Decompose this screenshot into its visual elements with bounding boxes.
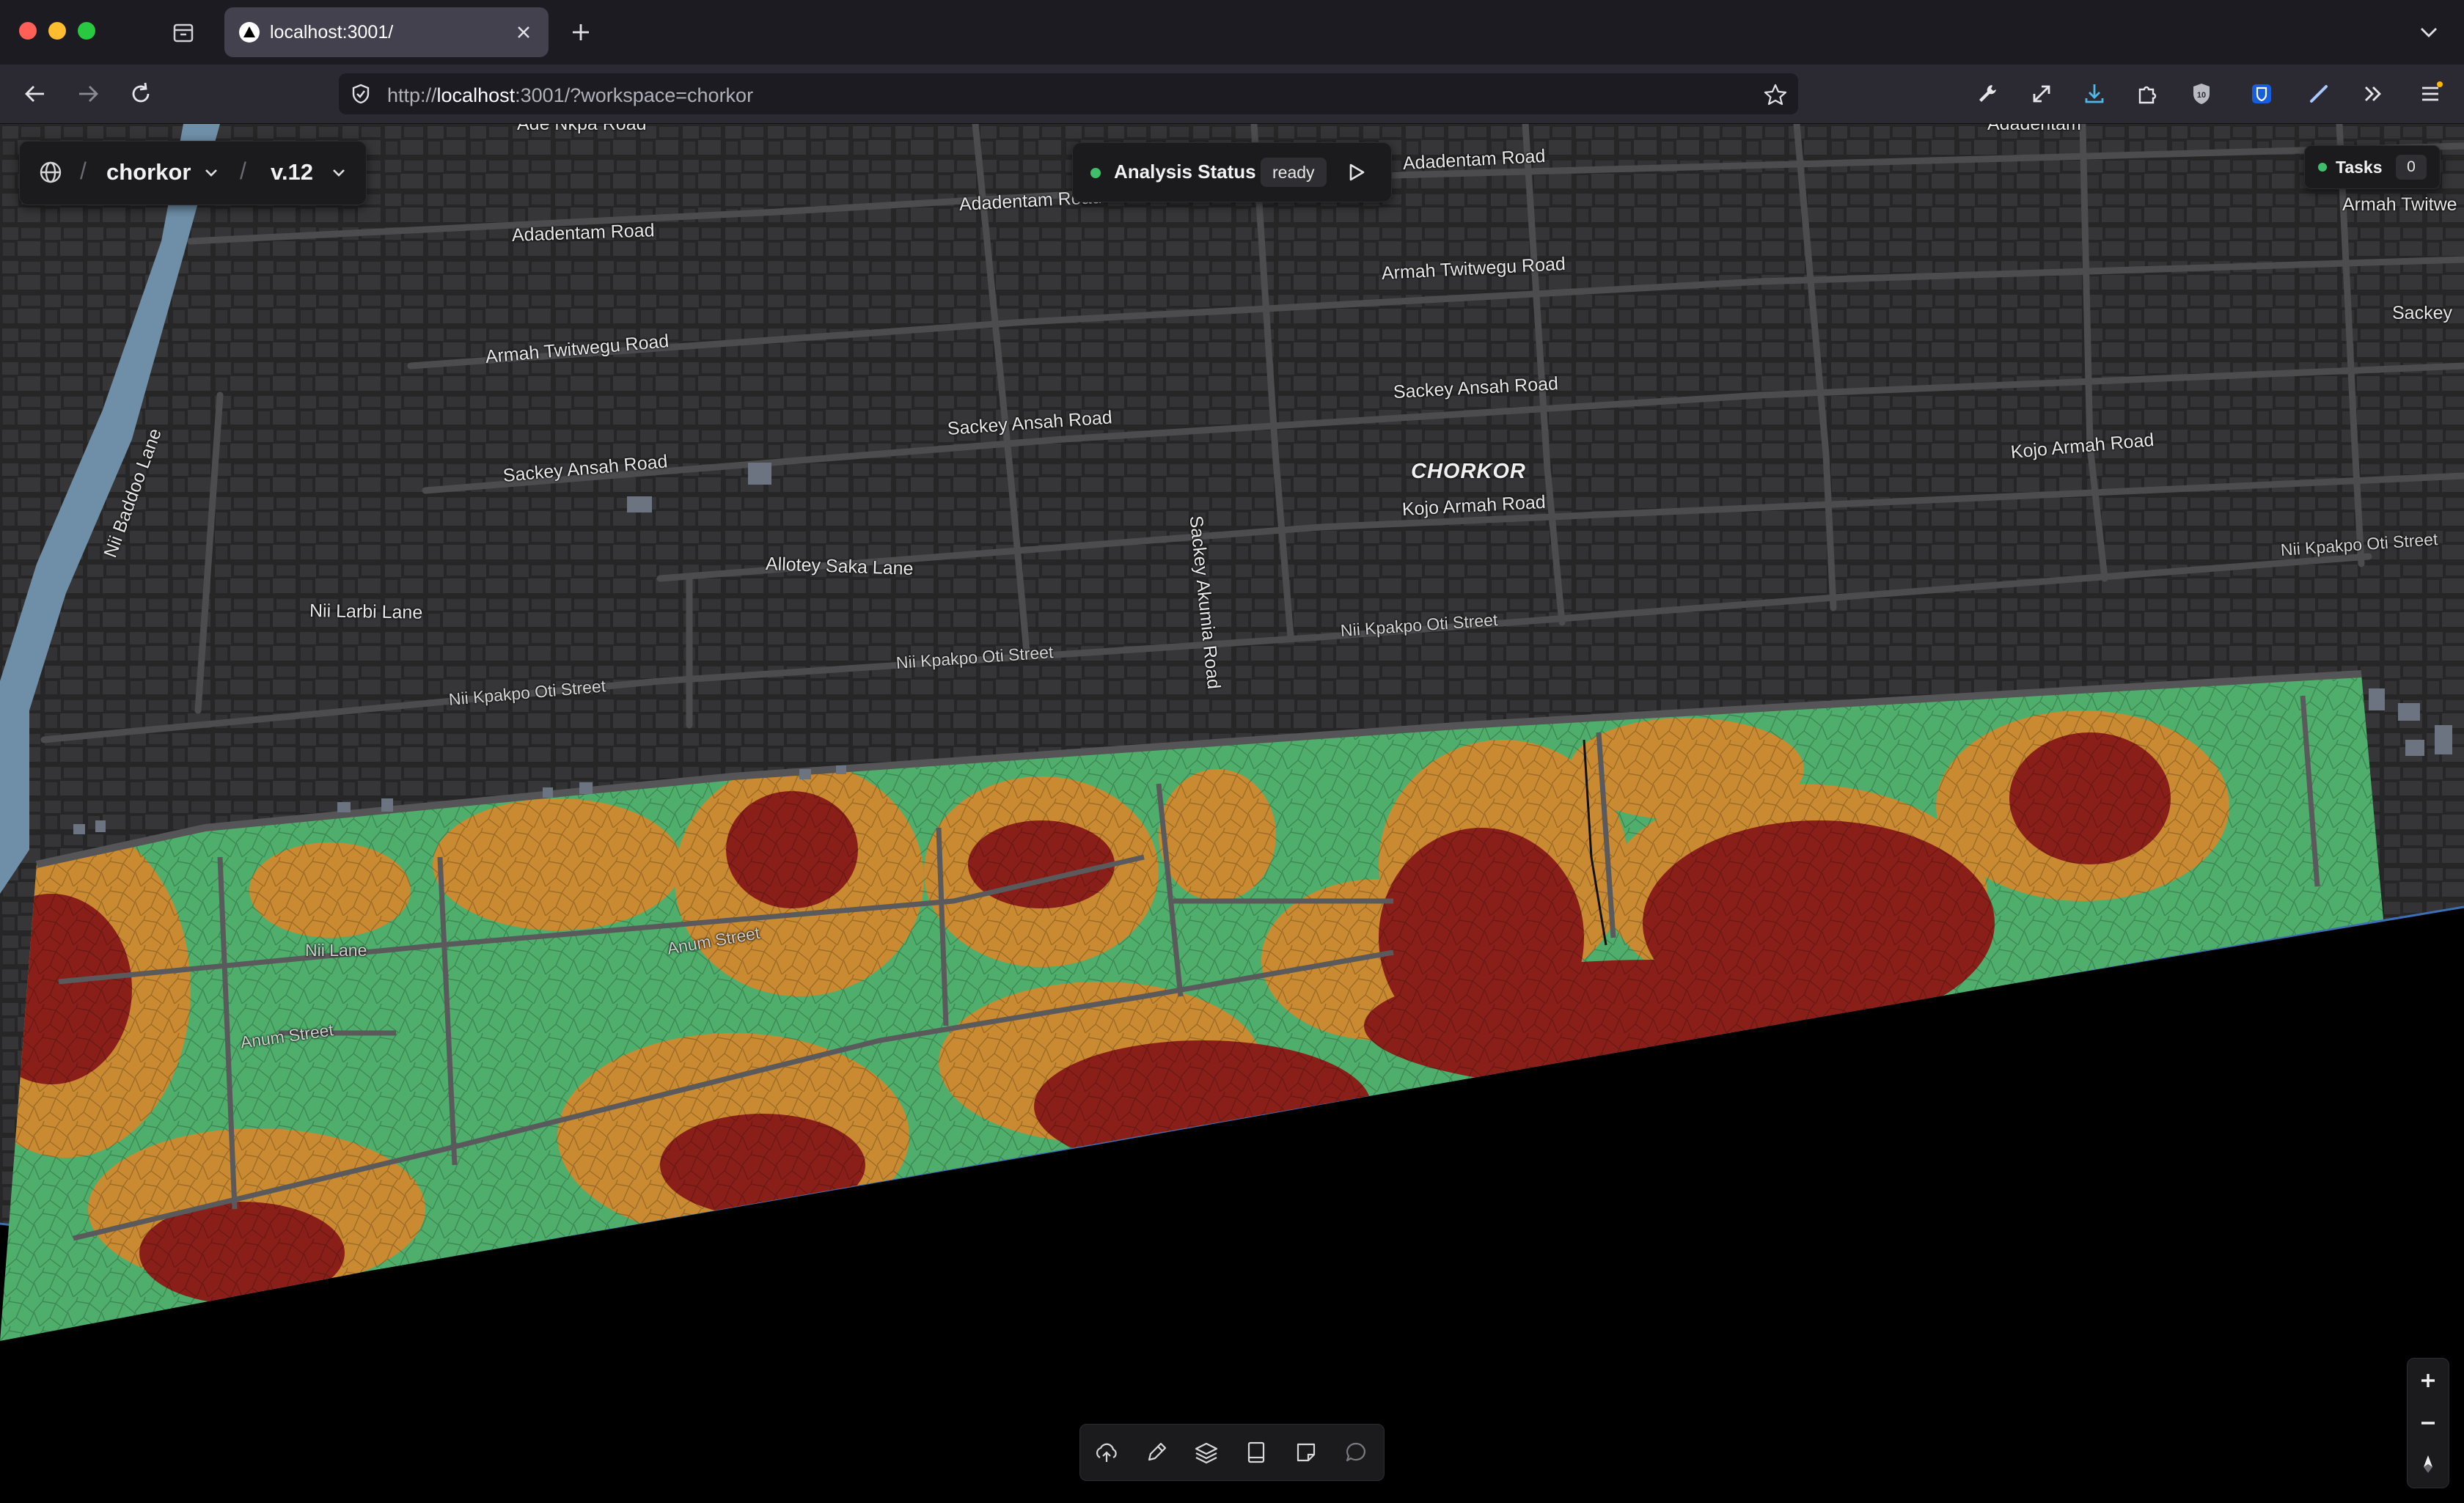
- analysis-status-panel: Analysis Status ready: [1072, 142, 1392, 202]
- chevron-down-icon[interactable]: [202, 163, 221, 183]
- status-badge: ready: [1261, 158, 1327, 187]
- place-label-chorkor: CHORKOR: [1411, 460, 1526, 483]
- draw-icon[interactable]: [1142, 1438, 1171, 1467]
- window-close-button[interactable]: [19, 22, 37, 40]
- url-text[interactable]: http://localhost:3001/?workspace=chorkor: [387, 84, 753, 107]
- version-selector[interactable]: v.12: [271, 159, 313, 185]
- status-dot: [1090, 168, 1101, 178]
- road-label: Nii Larbi Lane: [309, 600, 423, 623]
- url-prefix: http://: [387, 84, 437, 106]
- tab-title: localhost:3001/: [270, 22, 394, 43]
- window-maximize-button[interactable]: [78, 22, 95, 40]
- svg-text:10: 10: [2197, 91, 2206, 100]
- close-icon[interactable]: [510, 19, 537, 45]
- url-host: localhost: [436, 84, 516, 106]
- browser-tab-active[interactable]: localhost:3001/: [224, 7, 549, 57]
- tab-overview-icon[interactable]: [167, 16, 199, 48]
- address-bar[interactable]: http://localhost:3001/?workspace=chorkor: [339, 73, 1798, 114]
- bookmark-star-icon[interactable]: [1763, 82, 1788, 107]
- breadcrumb: / chorkor / v.12: [19, 141, 367, 205]
- road-label: Armah Twitwe: [2342, 194, 2457, 215]
- play-icon[interactable]: [1341, 158, 1371, 187]
- wrench-icon[interactable]: [1971, 78, 2003, 110]
- map-canvas[interactable]: Ade Nkpa Road Adadentam Road Adadentam R…: [0, 124, 2464, 1503]
- compass-north-icon[interactable]: [2413, 1449, 2443, 1479]
- workspace-selector[interactable]: chorkor: [106, 159, 191, 185]
- note-icon[interactable]: [1291, 1438, 1321, 1467]
- window-minimize-button[interactable]: [48, 22, 66, 40]
- shield-icon[interactable]: [349, 82, 373, 106]
- map-basemap: [0, 124, 2464, 1503]
- pen-icon[interactable]: [2303, 78, 2335, 110]
- road-label: Nii Lane: [305, 941, 367, 960]
- back-icon[interactable]: [19, 78, 51, 110]
- chevron-down-icon[interactable]: [329, 163, 348, 183]
- menu-icon[interactable]: [2414, 78, 2446, 110]
- map-toolbar: [1079, 1424, 1385, 1481]
- new-tab-icon[interactable]: [565, 16, 597, 48]
- road-label: Adadentam: [1987, 124, 2081, 134]
- layers-icon[interactable]: [1192, 1438, 1221, 1467]
- breadcrumb-separator: /: [80, 158, 87, 184]
- tasks-button[interactable]: Tasks 0: [2304, 145, 2441, 189]
- browser-nav-bar: http://localhost:3001/?workspace=chorkor…: [0, 65, 2464, 124]
- globe-icon[interactable]: [36, 158, 65, 187]
- bitwarden-icon[interactable]: [2245, 78, 2278, 110]
- reload-icon[interactable]: [125, 78, 157, 110]
- zoom-in-icon[interactable]: [2413, 1366, 2443, 1395]
- more-tools-icon[interactable]: [2357, 78, 2389, 110]
- road-label: Sackey: [2392, 303, 2452, 323]
- download-icon[interactable]: [2078, 78, 2111, 110]
- breadcrumb-separator: /: [240, 158, 246, 184]
- url-path: :3001/?workspace=chorkor: [515, 84, 754, 106]
- comment-icon[interactable]: [1341, 1438, 1371, 1467]
- road-label: Ade Nkpa Road: [517, 124, 647, 134]
- tasks-label: Tasks: [2336, 158, 2383, 177]
- zoom-out-icon[interactable]: [2413, 1408, 2443, 1438]
- favicon-icon: [239, 22, 260, 43]
- ublock-shield-icon[interactable]: 10: [2185, 78, 2218, 110]
- zoom-controls: [2407, 1358, 2449, 1488]
- tasks-status-dot: [2318, 163, 2327, 172]
- upload-icon[interactable]: [1092, 1438, 1121, 1467]
- forward-icon[interactable]: [72, 78, 104, 110]
- book-icon[interactable]: [1242, 1438, 1271, 1467]
- tasks-count-badge: 0: [2396, 155, 2427, 180]
- extensions-puzzle-icon[interactable]: [2131, 78, 2163, 110]
- analysis-status-label: Analysis Status: [1114, 161, 1256, 183]
- expand-icon[interactable]: [2025, 78, 2058, 110]
- chevron-down-icon[interactable]: [2413, 16, 2445, 48]
- browser-tab-bar: localhost:3001/: [0, 0, 2464, 65]
